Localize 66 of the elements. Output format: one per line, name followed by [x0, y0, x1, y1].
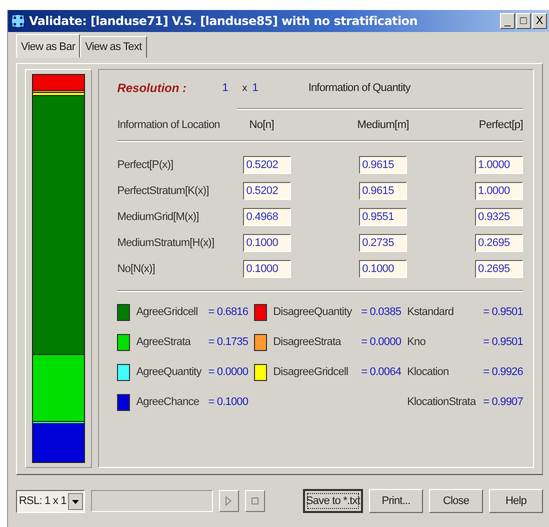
window-control-button[interactable]: _	[500, 13, 515, 29]
legend-label: AgreeGridcell	[136, 306, 199, 318]
legend-value: = 0.6816	[208, 306, 248, 318]
app-icon	[12, 15, 24, 27]
kappa-value: = 0.9501	[483, 336, 523, 348]
resolution-value: 1	[222, 82, 230, 94]
column-header: Perfect[p]	[478, 119, 523, 131]
window-control-button[interactable]: □	[516, 13, 531, 29]
value-field[interactable]: 0.9615	[359, 156, 408, 174]
stop-icon	[251, 496, 260, 506]
legend-value: = 0.1735	[208, 336, 248, 348]
legend-value: = 0.0385	[361, 306, 402, 318]
value-field[interactable]: 1.0000	[475, 156, 523, 174]
legend-label: DisagreeQuantity	[273, 306, 353, 318]
row-label: No[N(x)]	[117, 263, 156, 275]
value-field[interactable]: 0.9325	[475, 208, 523, 226]
value-field[interactable]: 0.1000	[243, 260, 292, 278]
resolution-dropdown[interactable]: RSL: 1 x 1	[16, 490, 86, 512]
value-field[interactable]: 0.5202	[243, 182, 292, 200]
value-field[interactable]: 0.2695	[475, 234, 523, 252]
value-field[interactable]: 1.0000	[475, 182, 523, 200]
value-field[interactable]: 0.5202	[243, 156, 292, 174]
location-header: Information of Location	[117, 119, 221, 131]
row-label: PerfectStratum[K(x)]	[117, 185, 210, 197]
dialog-button[interactable]: Help	[489, 489, 543, 513]
window-title: Validate: [landuse71] V.S. [landuse85] with no stratification	[29, 14, 418, 28]
legend-label: AgreeQuantity	[136, 366, 203, 378]
value-field[interactable]: 0.9615	[359, 182, 408, 200]
kappa-value: = 0.9926	[483, 366, 523, 378]
legend-label: AgreeStrata	[136, 336, 192, 348]
value-field[interactable]: 0.4968	[243, 208, 292, 226]
value-field[interactable]: 0.2695	[475, 260, 523, 278]
times-sign: x	[242, 82, 248, 94]
play-button[interactable]	[219, 490, 240, 512]
legend-label: AgreeChance	[136, 396, 200, 408]
legend-value: = 0.0000	[208, 366, 248, 378]
legend-value: = 0.0064	[361, 366, 402, 378]
value-field[interactable]: 0.9551	[359, 208, 408, 226]
tab[interactable]: View as Bar	[16, 34, 80, 58]
resolution-value: 1	[252, 82, 258, 94]
dialog-button[interactable]: Print...	[369, 489, 423, 513]
play-icon	[225, 496, 234, 506]
kappa-label: Kno	[407, 336, 426, 348]
kappa-label: Kstandard	[407, 306, 455, 318]
kappa-value: = 0.9501	[483, 306, 523, 318]
column-header: Medium[m]	[357, 119, 409, 131]
legend-value: = 0.1000	[208, 396, 248, 408]
value-field[interactable]: 0.2735	[359, 234, 408, 252]
value-field[interactable]: 0.1000	[243, 234, 292, 252]
tab[interactable]: View as Text	[80, 36, 147, 58]
stop-button[interactable]	[245, 490, 266, 512]
dialog-button[interactable]: Close	[429, 489, 483, 513]
column-header: No[n]	[249, 119, 274, 131]
kappa-label: KlocationStrata	[407, 396, 478, 408]
legend-value: = 0.0000	[361, 336, 402, 348]
value-field[interactable]: 0.1000	[359, 260, 408, 278]
legend-label: DisagreeGridcell	[273, 366, 350, 378]
row-label: MediumGrid[M(x)]	[117, 211, 200, 223]
window-control-button[interactable]: X	[532, 13, 547, 29]
quantity-header: Information of Quantity	[308, 82, 410, 94]
kappa-value: = 0.9907	[483, 396, 523, 408]
legend-label: DisagreeStrata	[273, 336, 342, 348]
row-label: Perfect[P(x)]	[117, 159, 174, 171]
row-label: MediumStratum[H(x)]	[117, 237, 216, 249]
resolution-label: Resolution :	[117, 81, 188, 95]
kappa-label: Klocation	[407, 366, 450, 378]
